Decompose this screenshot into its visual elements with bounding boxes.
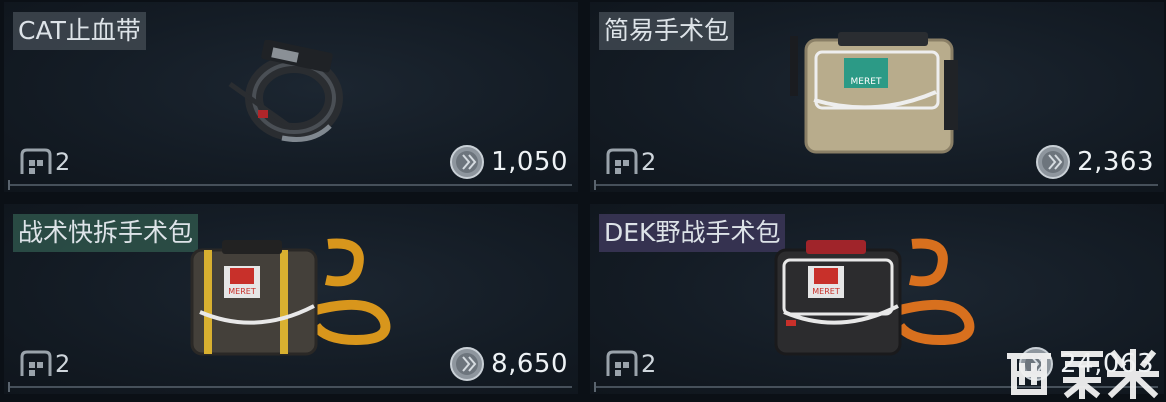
divider-tick xyxy=(594,180,596,190)
grid-slot-icon xyxy=(20,350,52,376)
bag-brand-label: MERET xyxy=(228,287,256,296)
slot-count: 2 xyxy=(641,350,657,378)
price-value: 8,650 xyxy=(491,349,568,379)
item-card-cat-tourniquet[interactable]: CAT止血带 2 1,050 xyxy=(4,2,578,192)
bag-brand-label: MERET xyxy=(851,77,882,87)
slot-count: 2 xyxy=(641,148,657,176)
surgical-kit-black-image: MERET xyxy=(774,238,975,356)
slot-count: 2 xyxy=(55,148,71,176)
coin-icon xyxy=(1036,145,1071,179)
card-divider xyxy=(596,184,1158,186)
surgical-kit-beige-image: MERET xyxy=(790,32,958,154)
coin-icon xyxy=(450,347,485,381)
slot-size: 2 xyxy=(605,147,656,177)
coin-icon xyxy=(450,145,485,179)
item-price: 1,050 xyxy=(449,144,568,180)
item-price: 2,363 xyxy=(1035,144,1154,180)
surgical-kit-yellow-image: MERET xyxy=(190,238,391,356)
bag-brand-label: MERET xyxy=(812,287,840,296)
item-name: 战术快拆手术包 xyxy=(13,214,199,252)
slot-size: 2 xyxy=(19,147,70,177)
item-name: DEK野战手术包 xyxy=(599,214,786,252)
grid-slot-icon xyxy=(606,148,638,174)
slot-size: 2 xyxy=(605,349,656,379)
price-value: 1,050 xyxy=(491,147,568,177)
divider-tick xyxy=(8,382,10,392)
item-card-tactical-surgical-kit[interactable]: 战术快拆手术包 MERET 2 8,650 xyxy=(4,204,578,394)
divider-tick xyxy=(594,382,596,392)
slot-size: 2 xyxy=(19,349,70,379)
item-price: 8,650 xyxy=(449,346,568,382)
divider-tick xyxy=(8,180,10,190)
card-divider xyxy=(10,184,572,186)
item-name: CAT止血带 xyxy=(13,12,146,50)
card-divider xyxy=(10,386,572,388)
price-value: 2,363 xyxy=(1077,147,1154,177)
slot-count: 2 xyxy=(55,350,71,378)
grid-slot-icon xyxy=(20,148,52,174)
item-card-simple-surgical-kit[interactable]: 简易手术包 MERET 2 2,363 xyxy=(590,2,1164,192)
item-name: 简易手术包 xyxy=(599,12,735,50)
tourniquet-image xyxy=(228,40,343,142)
watermark-logo xyxy=(1007,349,1159,399)
grid-slot-icon xyxy=(606,350,638,376)
